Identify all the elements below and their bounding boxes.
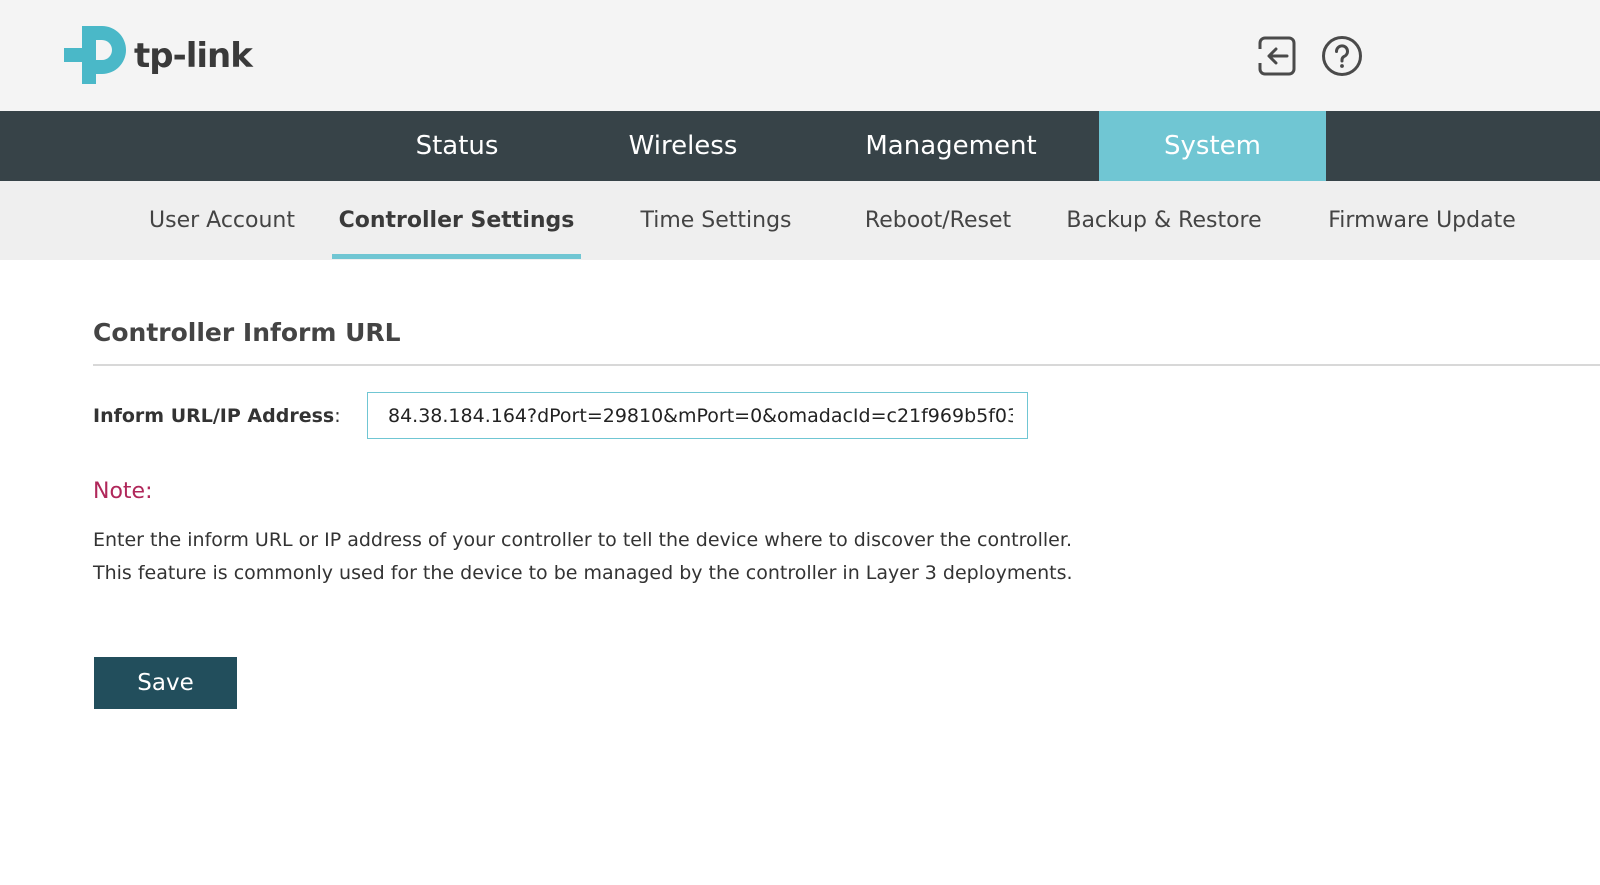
subnav-controller-settings[interactable]: Controller Settings <box>332 181 581 260</box>
active-tab-indicator <box>332 254 581 259</box>
subnav-firmware-update[interactable]: Firmware Update <box>1316 181 1528 260</box>
inform-url-input[interactable] <box>367 392 1028 439</box>
tp-link-logo[interactable]: tp-link <box>62 22 253 88</box>
tp-link-logo-mark-icon <box>64 26 126 84</box>
help-icon[interactable] <box>1321 35 1363 77</box>
save-button[interactable]: Save <box>94 657 237 709</box>
logo-text: tp-link <box>134 36 253 76</box>
page-header: tp-link <box>0 0 1600 111</box>
inform-url-label: Inform URL/IP Address: <box>93 405 341 427</box>
sub-nav: User Account Controller Settings Time Se… <box>0 181 1600 260</box>
note-title: Note: <box>93 479 153 504</box>
main-nav: Status Wireless Management System <box>0 111 1600 181</box>
subnav-backup-restore[interactable]: Backup & Restore <box>1058 181 1270 260</box>
note-line: Enter the inform URL or IP address of yo… <box>93 529 1072 551</box>
subnav-user-account[interactable]: User Account <box>130 181 314 260</box>
subnav-time-settings[interactable]: Time Settings <box>626 181 806 260</box>
nav-system[interactable]: System <box>1099 111 1326 181</box>
nav-management[interactable]: Management <box>836 111 1066 181</box>
note-line: This feature is commonly used for the de… <box>93 562 1073 584</box>
section-title: Controller Inform URL <box>93 318 401 347</box>
subnav-reboot-reset[interactable]: Reboot/Reset <box>853 181 1023 260</box>
nav-status[interactable]: Status <box>374 111 540 181</box>
logout-icon[interactable] <box>1257 35 1299 77</box>
nav-wireless[interactable]: Wireless <box>600 111 766 181</box>
label-colon: : <box>334 405 341 427</box>
inform-url-label-text: Inform URL/IP Address <box>93 405 335 427</box>
section-divider <box>93 364 1600 366</box>
